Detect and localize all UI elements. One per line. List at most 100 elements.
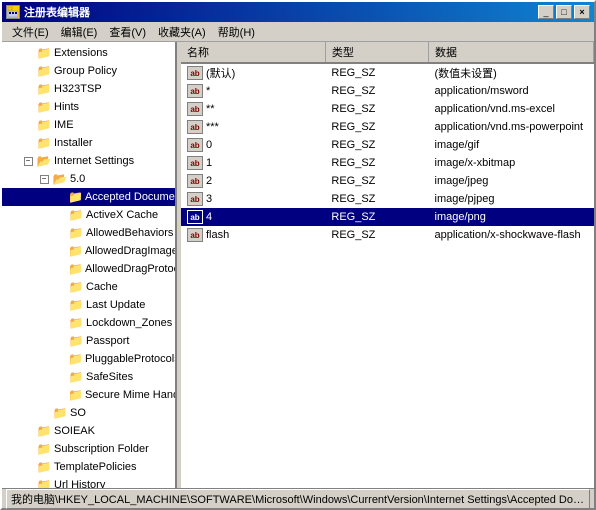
expand-btn-5-0[interactable]: −: [36, 171, 52, 187]
table-row[interactable]: ab 4 REG_SZ image/png: [181, 208, 594, 226]
reg-value-name-6: 2: [206, 175, 212, 187]
folder-icon-template-policies: 📁: [36, 459, 52, 475]
tree-item-activex-cache[interactable]: 📁 ActiveX Cache: [2, 206, 175, 224]
tree-item-cache[interactable]: 📁 Cache: [2, 278, 175, 296]
tree-item-allowed-drag-image-ext[interactable]: 📁 AllowedDragImageExt: [2, 242, 175, 260]
tree-item-secure-mime-handlers[interactable]: 📁 Secure Mime Handlers: [2, 386, 175, 404]
cell-type-1: REG_SZ: [325, 82, 428, 100]
cell-data-0: (数值未设置): [429, 63, 594, 82]
cell-name-1: ab *: [181, 82, 325, 100]
expand-placeholder-safesites: [52, 369, 68, 385]
cell-name-8: ab 4: [181, 208, 325, 226]
table-row[interactable]: ab ** REG_SZ application/vnd.ms-excel: [181, 100, 594, 118]
cell-name-7: ab 3: [181, 190, 325, 208]
table-row[interactable]: ab 0 REG_SZ image/gif: [181, 136, 594, 154]
table-row[interactable]: ab flash REG_SZ application/x-shockwave-…: [181, 226, 594, 244]
tree-item-allowed-drag-protocols[interactable]: 📁 AllowedDragProtocols: [2, 260, 175, 278]
reg-value-name-3: ***: [206, 121, 219, 133]
reg-value-name-0: (默认): [206, 65, 235, 81]
folder-icon-passport: 📁: [68, 333, 84, 349]
folder-icon-secure-mime-handlers: 📁: [68, 387, 83, 403]
col-header-data[interactable]: 数据: [429, 42, 594, 63]
tree-label-internet-settings: Internet Settings: [54, 155, 134, 167]
reg-value-icon-6: ab: [187, 174, 203, 188]
tree-item-last-update[interactable]: 📁 Last Update: [2, 296, 175, 314]
folder-icon-group-policy: 📁: [36, 63, 52, 79]
cell-name-3: ab ***: [181, 118, 325, 136]
tree-item-so[interactable]: 📁 SO: [2, 404, 175, 422]
cell-name-0: ab (默认): [181, 63, 325, 82]
main-window: 注册表编辑器 _ □ × 文件(E)编辑(E)查看(V)收藏夹(A)帮助(H) …: [0, 0, 596, 510]
tree-item-hints[interactable]: 📁 Hints: [2, 98, 175, 116]
expand-btn-internet-settings[interactable]: −: [20, 153, 36, 169]
expand-placeholder-allowed-drag-image-ext: [52, 243, 68, 259]
expand-placeholder-h323tsp: [20, 81, 36, 97]
tree-item-subscription-folder[interactable]: 📁 Subscription Folder: [2, 440, 175, 458]
reg-value-name-2: **: [206, 103, 215, 115]
tree-label-template-policies: TemplatePolicies: [54, 461, 137, 473]
tree-item-extensions[interactable]: 📁 Extensions: [2, 44, 175, 62]
tree-item-safesites[interactable]: 📁 SafeSites: [2, 368, 175, 386]
reg-value-name-5: 1: [206, 157, 212, 169]
tree-item-installer[interactable]: 📁 Installer: [2, 134, 175, 152]
tree-item-url-history[interactable]: 📁 Url History: [2, 476, 175, 488]
tree-item-ime[interactable]: 📁 IME: [2, 116, 175, 134]
cell-data-4: image/gif: [429, 136, 594, 154]
window-title: 注册表编辑器: [24, 4, 90, 20]
tree-item-pluggable-protocols[interactable]: 📁 PluggableProtocols: [2, 350, 175, 368]
tree-item-template-policies[interactable]: 📁 TemplatePolicies: [2, 458, 175, 476]
menu-item-edit[interactable]: 编辑(E): [55, 22, 104, 42]
folder-icon-extensions: 📁: [36, 45, 52, 61]
col-header-type[interactable]: 类型: [325, 42, 428, 63]
expand-placeholder-pluggable-protocols: [52, 351, 68, 367]
tree-item-group-policy[interactable]: 📁 Group Policy: [2, 62, 175, 80]
folder-icon-cache: 📁: [68, 279, 84, 295]
expand-placeholder-extensions: [20, 45, 36, 61]
expand-placeholder-lockdown-zones: [52, 315, 68, 331]
expand-placeholder-template-policies: [20, 459, 36, 475]
table-row[interactable]: ab * REG_SZ application/msword: [181, 82, 594, 100]
tree-item-lockdown-zones[interactable]: 📁 Lockdown_Zones: [2, 314, 175, 332]
tree-label-activex-cache: ActiveX Cache: [86, 209, 158, 221]
menu-bar: 文件(E)编辑(E)查看(V)收藏夹(A)帮助(H): [2, 22, 594, 42]
col-header-name[interactable]: 名称: [181, 42, 325, 63]
reg-value-name-8: 4: [206, 211, 212, 223]
tree-label-allowed-behaviors: AllowedBehaviors: [86, 227, 173, 239]
folder-icon-soieak: 📁: [36, 423, 52, 439]
table-row[interactable]: ab (默认) REG_SZ (数值未设置): [181, 63, 594, 82]
tree-item-accepted-documents[interactable]: 📁 Accepted Documents: [2, 188, 175, 206]
menu-item-view[interactable]: 查看(V): [103, 22, 152, 42]
tree-item-soieak[interactable]: 📁 SOIEAK: [2, 422, 175, 440]
cell-type-8: REG_SZ: [325, 208, 428, 226]
cell-type-6: REG_SZ: [325, 172, 428, 190]
folder-icon-allowed-drag-image-ext: 📁: [68, 243, 83, 259]
cell-type-9: REG_SZ: [325, 226, 428, 244]
cell-data-2: application/vnd.ms-excel: [429, 100, 594, 118]
tree-label-secure-mime-handlers: Secure Mime Handlers: [85, 389, 177, 401]
folder-icon-allowed-behaviors: 📁: [68, 225, 84, 241]
cell-name-9: ab flash: [181, 226, 325, 244]
table-row[interactable]: ab *** REG_SZ application/vnd.ms-powerpo…: [181, 118, 594, 136]
cell-name-2: ab **: [181, 100, 325, 118]
maximize-button[interactable]: □: [556, 5, 572, 19]
reg-value-icon-4: ab: [187, 138, 203, 152]
menu-item-favorites[interactable]: 收藏夹(A): [152, 22, 212, 42]
tree-label-so: SO: [70, 407, 86, 419]
menu-item-help[interactable]: 帮助(H): [212, 22, 261, 42]
close-button[interactable]: ×: [574, 5, 590, 19]
tree-view-pane[interactable]: 📁 Extensions 📁 Group Policy 📁 H323TSP 📁 …: [2, 42, 177, 488]
window-icon: [6, 5, 20, 19]
tree-item-5-0[interactable]: − 📂 5.0: [2, 170, 175, 188]
table-row[interactable]: ab 2 REG_SZ image/jpeg: [181, 172, 594, 190]
minimize-button[interactable]: _: [538, 5, 554, 19]
tree-item-h323tsp[interactable]: 📁 H323TSP: [2, 80, 175, 98]
tree-item-internet-settings[interactable]: − 📂 Internet Settings: [2, 152, 175, 170]
tree-item-allowed-behaviors[interactable]: 📁 AllowedBehaviors: [2, 224, 175, 242]
cell-data-8: image/png: [429, 208, 594, 226]
folder-icon-safesites: 📁: [68, 369, 84, 385]
tree-item-passport[interactable]: 📁 Passport: [2, 332, 175, 350]
status-bar: 我的电脑\HKEY_LOCAL_MACHINE\SOFTWARE\Microso…: [2, 488, 594, 508]
table-row[interactable]: ab 3 REG_SZ image/pjpeg: [181, 190, 594, 208]
table-row[interactable]: ab 1 REG_SZ image/x-xbitmap: [181, 154, 594, 172]
menu-item-file[interactable]: 文件(E): [6, 22, 55, 42]
